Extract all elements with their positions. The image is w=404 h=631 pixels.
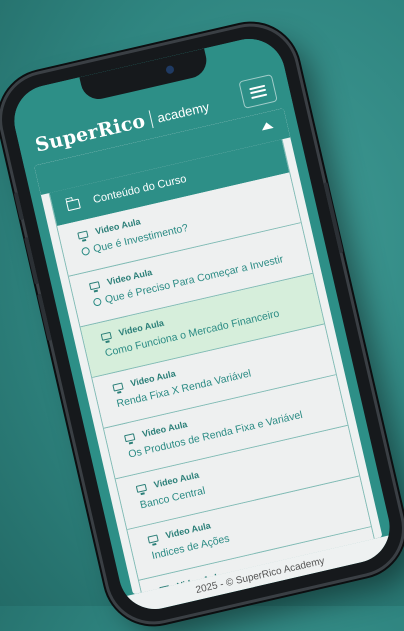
- monitor-icon: [77, 229, 89, 240]
- monitor-icon: [135, 483, 147, 493]
- volume-down-button: [37, 293, 52, 342]
- hamburger-icon: [249, 84, 268, 99]
- monitor-icon: [123, 432, 136, 442]
- brand-divider: [148, 110, 154, 129]
- lesson-list: Video Aula Que é Investimento? Video Aula Q…: [57, 172, 383, 595]
- volume-up-button: [24, 236, 39, 285]
- phone-screen: SuperRico academy Conteúdo do Curso Vide…: [7, 31, 397, 617]
- circle-icon: [92, 297, 103, 307]
- course-panel: Conteúdo do Curso Video Aula Que é Invest…: [34, 108, 383, 595]
- brand-subtitle: academy: [155, 98, 211, 126]
- power-button: [323, 182, 344, 254]
- monitor-icon: [88, 280, 101, 290]
- monitor-icon: [100, 331, 112, 341]
- hamburger-menu-button[interactable]: [238, 73, 278, 109]
- phone-frame: SuperRico academy Conteúdo do Curso Vide…: [0, 17, 404, 631]
- circle-icon: [80, 246, 91, 257]
- monitor-icon: [147, 533, 159, 544]
- monitor-icon: [112, 381, 124, 392]
- folder-icon: [65, 198, 81, 212]
- camera-icon: [165, 64, 175, 75]
- mute-switch: [13, 192, 24, 221]
- chevron-up-icon[interactable]: [260, 121, 274, 131]
